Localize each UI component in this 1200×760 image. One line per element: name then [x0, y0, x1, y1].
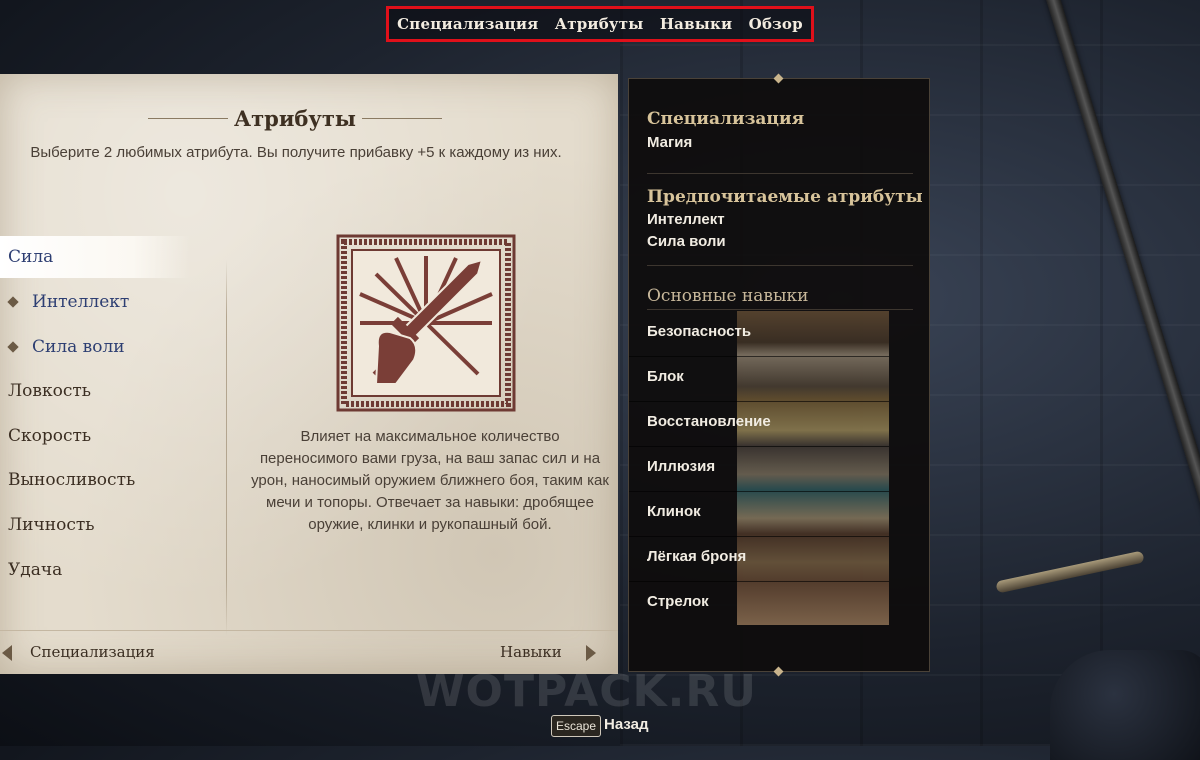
- attribute-strength[interactable]: Сила: [0, 236, 190, 278]
- back-button[interactable]: Назад: [604, 716, 648, 733]
- skill-divider: [629, 446, 889, 447]
- attribute-label: Сила: [8, 247, 54, 267]
- skill-divider: [629, 491, 889, 492]
- attribute-label: Ловкость: [8, 381, 92, 402]
- tab-overview[interactable]: Обзор: [749, 15, 803, 33]
- panel-title: Атрибуты: [234, 106, 356, 131]
- skill-restoration: Восстановление: [647, 413, 771, 430]
- watermark: WOTPACK.RU: [416, 666, 757, 717]
- attribute-intelligence[interactable]: Интеллект: [0, 280, 190, 325]
- title-flourish-right: [362, 118, 442, 119]
- attribute-label: Выносливость: [8, 470, 136, 491]
- skill-marksman: Стрелок: [647, 593, 709, 610]
- skill-light-armor: Лёгкая броня: [647, 548, 747, 565]
- attribute-label: Личность: [8, 514, 95, 535]
- attribute-luck[interactable]: Удача: [0, 548, 190, 593]
- preferred-value: Интеллект: [647, 211, 725, 228]
- preferred-value: Сила воли: [647, 233, 726, 250]
- skill-divider: [629, 401, 889, 402]
- attribute-label: Скорость: [8, 425, 92, 446]
- skills-heading: Основные навыки: [647, 286, 809, 306]
- arrow-right-icon[interactable]: [586, 645, 596, 661]
- separator: [647, 173, 913, 174]
- preferred-heading: Предпочитаемые атрибуты: [647, 187, 923, 207]
- attributes-panel: Атрибуты Выберите 2 любимых атрибута. Вы…: [0, 74, 618, 674]
- skill-divider: [629, 536, 889, 537]
- vertical-divider: [226, 260, 227, 636]
- attribute-endurance[interactable]: Выносливость: [0, 458, 190, 503]
- arrow-left-icon[interactable]: [2, 645, 12, 661]
- skill-security: Безопасность: [647, 323, 752, 340]
- skill-blade: Клинок: [647, 503, 701, 520]
- attribute-label: Сила воли: [32, 336, 125, 357]
- separator: [647, 265, 913, 266]
- attribute-willpower[interactable]: Сила воли: [0, 325, 190, 370]
- preferred-diamond-icon: [7, 296, 19, 308]
- attribute-list: Сила Интеллект Сила воли Ловкость Скорос…: [0, 236, 190, 592]
- next-step-button[interactable]: Навыки: [500, 643, 562, 661]
- attribute-description: Влияет на максимальное количество перено…: [251, 428, 609, 533]
- skill-illusion: Иллюзия: [647, 458, 716, 475]
- attribute-label: Интеллект: [32, 292, 130, 312]
- skill-divider: [629, 581, 889, 582]
- skills-artwork: [737, 311, 889, 625]
- preferred-diamond-icon: [7, 340, 19, 353]
- summary-panel: Специализация Магия Предпочитаемые атриб…: [628, 73, 930, 677]
- tab-attributes[interactable]: Атрибуты: [555, 15, 644, 33]
- separator: [647, 309, 913, 310]
- specialization-heading: Специализация: [647, 109, 805, 129]
- skill-divider: [629, 356, 889, 357]
- prev-step-button[interactable]: Специализация: [30, 643, 155, 661]
- attribute-speed[interactable]: Скорость: [0, 414, 190, 459]
- skill-block: Блок: [647, 368, 684, 385]
- attribute-personality[interactable]: Личность: [0, 503, 190, 548]
- attribute-label: Удача: [8, 559, 63, 580]
- tab-skills[interactable]: Навыки: [660, 15, 733, 33]
- specialization-value: Магия: [647, 134, 693, 151]
- attribute-agility[interactable]: Ловкость: [0, 369, 190, 414]
- gauntlet: [1050, 650, 1200, 760]
- escape-key-hint[interactable]: Escape: [551, 715, 602, 737]
- tab-specialization[interactable]: Специализация: [397, 15, 538, 33]
- fist-sword-icon: [336, 234, 516, 412]
- top-nav: Специализация Атрибуты Навыки Обзор: [386, 6, 814, 42]
- panel-subtitle: Выберите 2 любимых атрибута. Вы получите…: [30, 144, 562, 161]
